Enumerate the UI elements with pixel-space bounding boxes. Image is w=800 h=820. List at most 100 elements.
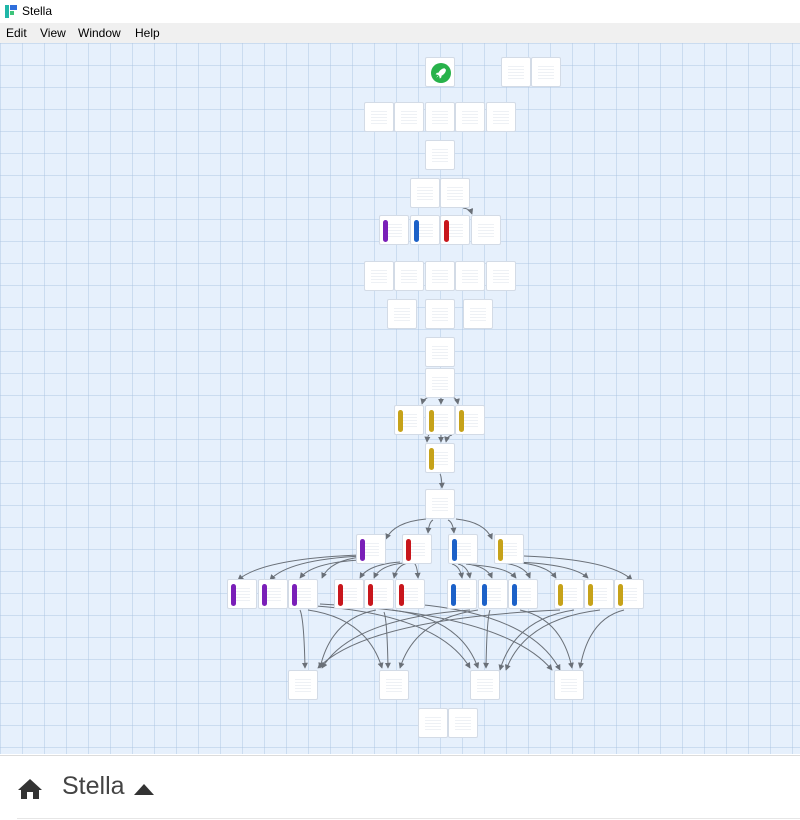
menu-window[interactable]: Window [78, 26, 121, 40]
connection-edge [483, 609, 491, 669]
flow-node[interactable] [486, 261, 516, 291]
flow-node[interactable] [471, 215, 501, 245]
flow-node[interactable] [425, 140, 455, 170]
flow-node[interactable] [614, 579, 644, 609]
flow-node[interactable] [447, 579, 477, 609]
menu-help[interactable]: Help [135, 26, 160, 40]
flow-node[interactable] [463, 299, 493, 329]
menu-edit[interactable]: Edit [6, 26, 27, 40]
flow-node[interactable] [394, 405, 424, 435]
connection-edge [299, 609, 308, 669]
gold-marker [498, 539, 503, 561]
flow-node[interactable] [486, 102, 516, 132]
node-content-lines [295, 588, 311, 602]
flow-node[interactable] [379, 670, 409, 700]
node-content-lines [478, 224, 494, 238]
node-content-lines [386, 224, 402, 238]
flow-node[interactable] [410, 178, 440, 208]
caret-up-icon[interactable] [134, 783, 154, 795]
flow-node[interactable] [425, 337, 455, 367]
flow-node[interactable] [425, 299, 455, 329]
flow-canvas[interactable] [0, 43, 800, 754]
connection-edge [398, 609, 479, 669]
connection-edge [515, 561, 589, 579]
start-node[interactable] [425, 57, 455, 87]
flow-node[interactable] [425, 443, 455, 473]
flow-node[interactable] [455, 261, 485, 291]
node-content-lines [386, 679, 402, 693]
flow-node[interactable] [455, 405, 485, 435]
node-content-lines [341, 588, 357, 602]
flow-node[interactable] [227, 579, 257, 609]
node-content-lines [508, 66, 524, 80]
flow-node[interactable] [470, 670, 500, 700]
home-icon[interactable] [17, 778, 43, 800]
flow-node[interactable] [364, 261, 394, 291]
flow-node[interactable] [455, 102, 485, 132]
connection-edge [307, 609, 384, 669]
gold-marker [558, 584, 563, 606]
node-content-lines [462, 270, 478, 284]
flow-node[interactable] [440, 215, 470, 245]
flow-node[interactable] [387, 299, 417, 329]
flow-node[interactable] [425, 102, 455, 132]
purple-marker [292, 584, 297, 606]
node-content-lines [454, 588, 470, 602]
stella-logo-icon [5, 5, 17, 18]
blue-marker [512, 584, 517, 606]
purple-marker [231, 584, 236, 606]
flow-node[interactable] [356, 534, 386, 564]
flow-node[interactable] [410, 215, 440, 245]
flow-node[interactable] [364, 579, 394, 609]
flow-node[interactable] [418, 708, 448, 738]
gold-marker [618, 584, 623, 606]
node-content-lines [561, 679, 577, 693]
flow-node[interactable] [394, 102, 424, 132]
node-content-lines [432, 377, 448, 391]
connection-edge [502, 562, 531, 579]
node-content-lines [432, 452, 448, 466]
flow-node[interactable] [584, 579, 614, 609]
node-content-lines [515, 588, 531, 602]
flow-node[interactable] [501, 57, 531, 87]
flow-node[interactable] [334, 579, 364, 609]
flow-node[interactable] [364, 102, 394, 132]
flow-node[interactable] [478, 579, 508, 609]
connection-edge [413, 562, 421, 579]
flow-node[interactable] [531, 57, 561, 87]
flow-node[interactable] [379, 215, 409, 245]
connection-edge [444, 434, 453, 443]
connection-edge [451, 563, 465, 579]
menu-view[interactable]: View [40, 26, 66, 40]
flow-node[interactable] [554, 579, 584, 609]
flow-node[interactable] [288, 579, 318, 609]
flow-node[interactable] [395, 579, 425, 609]
node-content-lines [432, 270, 448, 284]
node-content-lines [432, 308, 448, 322]
flow-node[interactable] [425, 489, 455, 519]
flow-node[interactable] [494, 534, 524, 564]
connection-edge [505, 609, 601, 671]
node-content-lines [591, 588, 607, 602]
flow-node[interactable] [425, 368, 455, 398]
node-content-lines [477, 679, 493, 693]
flow-node[interactable] [508, 579, 538, 609]
flow-node[interactable] [425, 405, 455, 435]
connection-edge [317, 609, 561, 669]
connection-edge [420, 396, 431, 405]
gold-marker [429, 410, 434, 432]
node-content-lines [432, 498, 448, 512]
flow-node[interactable] [425, 261, 455, 291]
flow-node[interactable] [288, 670, 318, 700]
title-bar: Stella [0, 0, 800, 23]
flow-node[interactable] [554, 670, 584, 700]
flow-node[interactable] [448, 534, 478, 564]
node-content-lines [432, 414, 448, 428]
flow-node[interactable] [394, 261, 424, 291]
flow-node[interactable] [402, 534, 432, 564]
node-content-lines [425, 717, 441, 731]
flow-node[interactable] [448, 708, 478, 738]
node-content-lines [265, 588, 281, 602]
flow-node[interactable] [440, 178, 470, 208]
flow-node[interactable] [258, 579, 288, 609]
